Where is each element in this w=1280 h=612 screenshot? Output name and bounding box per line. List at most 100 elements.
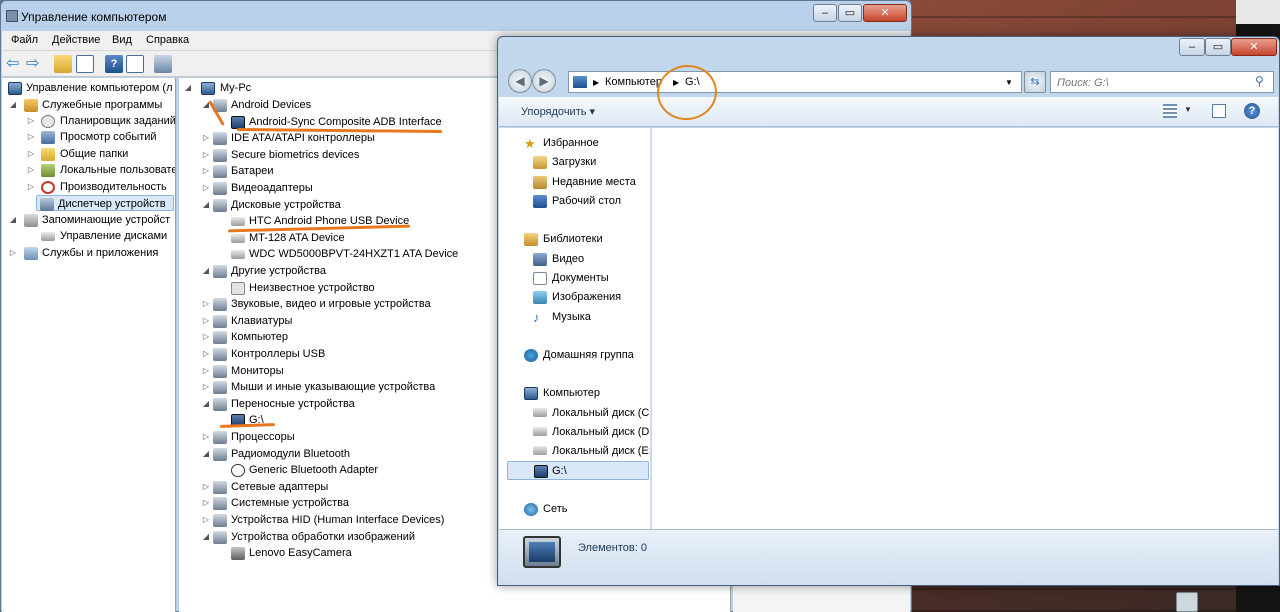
expand-arrow-icon[interactable]: ▷ <box>201 429 211 445</box>
menu-view[interactable]: Вид <box>112 34 132 46</box>
expand-arrow-icon[interactable]: ▷ <box>201 147 211 163</box>
nav-local-disk-c[interactable]: Локальный диск (C <box>499 404 650 423</box>
nav-recent-places[interactable]: Недавние места <box>499 173 650 192</box>
cm-minimize-button[interactable]: – <box>813 4 837 22</box>
device-category-icon <box>213 165 227 179</box>
cm-titlebar[interactable]: Управление компьютером – ▭ ✕ <box>1 1 911 31</box>
up-folder-icon[interactable] <box>54 55 72 73</box>
services-icon <box>24 247 38 260</box>
menu-action[interactable]: Действие <box>52 34 100 46</box>
nav-local-disk-e[interactable]: Локальный диск (E: <box>499 442 650 461</box>
menu-help[interactable]: Справка <box>146 34 189 46</box>
address-dropdown-icon[interactable]: ▼ <box>1005 78 1013 87</box>
breadcrumb-computer[interactable]: Компьютер <box>605 76 662 88</box>
expand-arrow-icon[interactable]: ◢ <box>201 197 211 213</box>
nav-documents[interactable]: Документы <box>499 269 650 288</box>
expand-arrow-icon[interactable]: ▷ <box>201 495 211 511</box>
nav-favorites[interactable]: ★ Избранное <box>499 134 650 153</box>
nav-libraries[interactable]: Библиотеки <box>499 230 650 249</box>
documents-library-icon <box>533 272 547 285</box>
refresh-icon[interactable]: ⇆ <box>1024 71 1046 93</box>
performance-icon <box>41 181 55 194</box>
expand-arrow-icon[interactable]: ▷ <box>201 329 211 345</box>
details-pane: Элементов: 0 <box>499 529 1278 585</box>
nav-downloads[interactable]: Загрузки <box>499 153 650 172</box>
recycle-bin-icon[interactable] <box>1176 592 1198 612</box>
expand-arrow-icon[interactable]: ▷ <box>201 296 211 312</box>
organize-button[interactable]: Упорядочить ▾ <box>521 105 595 118</box>
device-category-icon <box>213 497 227 511</box>
hard-disk-icon <box>533 446 547 455</box>
console-tree: Управление компьютером (л ◢ Служебные пр… <box>2 78 176 612</box>
nav-video[interactable]: Видео <box>499 250 650 269</box>
preview-pane-icon[interactable] <box>1212 104 1226 118</box>
expand-arrow-icon[interactable]: ▷ <box>201 346 211 362</box>
nav-music[interactable]: ♪ Музыка <box>499 308 650 327</box>
show-hide-tree-icon[interactable] <box>76 55 94 73</box>
device-category-icon <box>213 331 227 345</box>
device-category-icon <box>213 265 227 278</box>
users-icon <box>41 164 55 177</box>
search-icon[interactable]: ⚲ <box>1255 74 1264 88</box>
device-category-icon <box>213 132 227 146</box>
forward-arrow-icon[interactable]: ⇨ <box>26 55 44 73</box>
device-manager-icon <box>40 198 54 211</box>
search-box[interactable]: ⚲ <box>1050 71 1274 93</box>
nav-pictures[interactable]: Изображения <box>499 288 650 307</box>
hard-disk-icon <box>533 427 547 436</box>
device-category-icon <box>213 298 227 312</box>
explorer-maximize-button[interactable]: ▭ <box>1205 38 1231 56</box>
menu-file[interactable]: Файл <box>11 34 38 46</box>
device-icon <box>231 547 245 561</box>
expand-arrow-icon[interactable]: ▷ <box>201 163 211 179</box>
device-category-icon <box>213 431 227 444</box>
shared-folder-icon <box>41 148 55 161</box>
tree-item-device-manager[interactable]: Диспетчер устройств <box>36 195 174 211</box>
nav-network[interactable]: Сеть <box>499 500 650 519</box>
nav-homegroup[interactable]: Домашняя группа <box>499 346 650 365</box>
device-scan-icon[interactable] <box>154 55 172 73</box>
device-category-icon <box>213 447 227 461</box>
item-count: Элементов: 0 <box>578 542 647 554</box>
desktop-edge-top <box>1236 0 1280 24</box>
downloads-icon <box>533 156 547 169</box>
view-options-icon[interactable] <box>1163 104 1177 118</box>
device-category-icon <box>213 314 227 328</box>
expand-arrow-icon[interactable]: ▷ <box>201 363 211 379</box>
expand-arrow-icon[interactable]: ▷ <box>201 379 211 395</box>
expand-arrow-icon[interactable]: ▷ <box>201 479 211 495</box>
explorer-forward-button[interactable]: ▶ <box>532 69 556 93</box>
expand-arrow-icon[interactable]: ▷ <box>201 512 211 528</box>
view-dropdown-icon[interactable]: ▼ <box>1184 105 1192 114</box>
expand-arrow-icon[interactable]: ▷ <box>201 313 211 329</box>
expand-arrow-icon[interactable]: ▷ <box>201 130 211 146</box>
search-input[interactable] <box>1057 75 1247 90</box>
nav-computer[interactable]: Компьютер <box>499 384 650 403</box>
help-icon[interactable]: ? <box>1244 103 1260 119</box>
back-arrow-icon[interactable]: ⇦ <box>6 55 24 73</box>
properties-pane-icon[interactable] <box>126 55 144 73</box>
file-list-area[interactable] <box>652 128 1278 529</box>
cm-maximize-button[interactable]: ▭ <box>838 4 862 22</box>
device-category-icon <box>213 348 227 361</box>
expand-arrow-icon[interactable]: ◢ <box>201 263 211 279</box>
homegroup-icon <box>524 349 538 362</box>
nav-desktop[interactable]: Рабочий стол <box>499 192 650 211</box>
explorer-back-button[interactable]: ◀ <box>508 69 532 93</box>
device-category-icon <box>213 397 227 411</box>
explorer-command-bar: Упорядочить ▾ ▼ ? <box>499 97 1278 127</box>
help-icon[interactable]: ? <box>105 55 123 73</box>
expand-arrow-icon[interactable]: ▷ <box>201 180 211 196</box>
address-bar[interactable]: ▶ Компьютер ▶ G:\ ▼ <box>568 71 1022 93</box>
nav-local-disk-d[interactable]: Локальный диск (D <box>499 423 650 442</box>
portable-device-icon <box>534 465 548 478</box>
computer-management-icon <box>6 10 18 22</box>
explorer-minimize-button[interactable]: – <box>1179 38 1205 56</box>
cm-close-button[interactable]: ✕ <box>863 4 907 22</box>
expand-arrow-icon[interactable]: ◢ <box>201 396 211 412</box>
explorer-close-button[interactable]: ✕ <box>1231 38 1277 56</box>
expand-arrow-icon[interactable]: ◢ <box>201 529 211 545</box>
nav-drive-g[interactable]: G:\ <box>507 461 649 480</box>
device-icon <box>231 464 245 478</box>
expand-arrow-icon[interactable]: ◢ <box>201 446 211 462</box>
